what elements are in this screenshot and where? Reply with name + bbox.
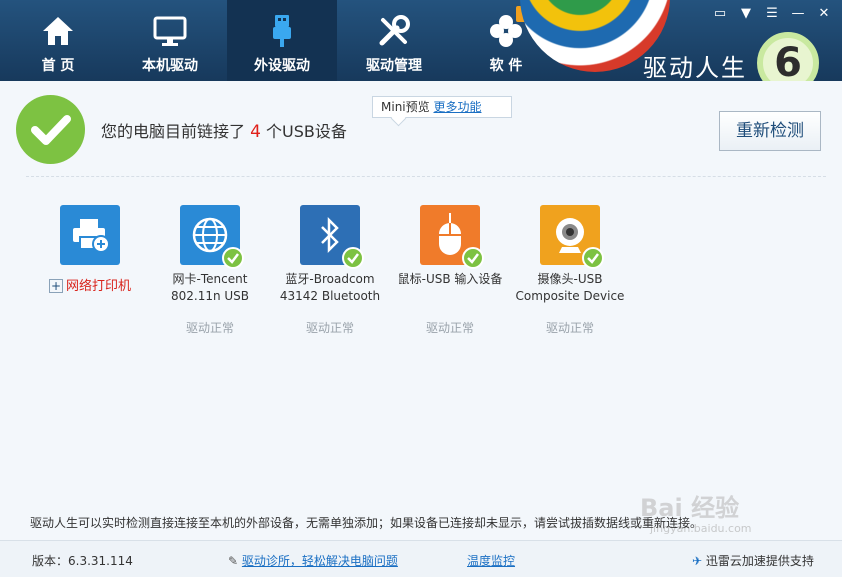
detection-note: 驱动人生可以实时检测直接连接至本机的外部设备，无需单独添加；如果设备已连接却未显… [30, 516, 703, 530]
wrench-icon: ✎ [228, 554, 239, 568]
mini-preview-label: Mini预览 [381, 100, 430, 114]
usb-icon [227, 14, 337, 48]
section-divider [26, 176, 826, 177]
device-name-line2: Composite Device [515, 289, 625, 303]
top-nav-bar: 首 页 本机驱动 外设驱动 驱动管理 软 件 2 驱动人生 6 ▭ ▼ ☰ — … [0, 0, 842, 81]
nav-local-driver-label: 本机驱动 [142, 58, 198, 74]
status-prefix: 您的电脑目前链接了 [101, 122, 246, 141]
menu-icon[interactable]: ☰ [764, 6, 780, 22]
driver-ok-icon [342, 247, 364, 269]
device-status: 驱动正常 [425, 321, 474, 335]
minimize-icon[interactable]: — [790, 6, 806, 22]
add-printer-label[interactable]: + 网络打印机 [30, 275, 150, 294]
device-name-line2: 43142 Bluetooth [279, 289, 381, 303]
printer-label: 网络打印机 [65, 279, 131, 294]
nav-peripheral-driver-label: 外设驱动 [254, 58, 310, 74]
nav-home-label: 首 页 [41, 58, 75, 74]
home-icon [3, 14, 113, 48]
device-name: 蓝牙-Broadcom 43142 Bluetooth [270, 271, 390, 305]
brand-logo-digit: 6 [774, 40, 802, 81]
driver-clinic-link[interactable]: 驱动诊所，轻松解决电脑问题 [242, 554, 398, 568]
more-features-link[interactable]: 更多功能 [433, 100, 481, 114]
window-controls: ▭ ▼ ☰ — ✕ [712, 6, 832, 22]
device-status: 驱动正常 [185, 321, 234, 335]
status-suffix: 个USB设备 [266, 122, 347, 141]
thunder-accel-text: 迅雷云加速提供支持 [705, 554, 814, 568]
mini-preview-tooltip: Mini预览 更多功能 [372, 96, 512, 118]
nav-local-driver[interactable]: 本机驱动 [115, 0, 225, 81]
thunder-bird-icon: ✈ [692, 554, 703, 568]
device-network-card[interactable]: 网卡-Tencent 802.11n USB 驱动正常 [150, 205, 270, 336]
device-name: 鼠标-USB 输入设备 [390, 271, 510, 288]
plus-icon: + [48, 279, 63, 293]
device-name: 网卡-Tencent 802.11n USB [150, 271, 270, 305]
bluetooth-icon [300, 205, 364, 269]
nav-driver-manage[interactable]: 驱动管理 [339, 0, 449, 81]
device-mouse[interactable]: 鼠标-USB 输入设备 驱动正常 [390, 205, 510, 336]
feedback-icon[interactable]: ▭ [712, 6, 728, 22]
status-check-icon [16, 95, 85, 164]
add-network-printer[interactable]: + 网络打印机 [30, 205, 150, 294]
close-icon[interactable]: ✕ [816, 6, 832, 22]
driver-ok-icon [582, 247, 604, 269]
mouse-icon [420, 205, 484, 269]
device-name-line2: 802.11n USB [170, 289, 250, 303]
driver-ok-icon [222, 247, 244, 269]
webcam-icon [540, 205, 604, 269]
printer-icon [60, 205, 120, 265]
status-count: 4 [250, 122, 261, 142]
version-text: 版本：6.3.31.114 [32, 554, 133, 568]
thunder-accel: ✈ 迅雷云加速提供支持 [692, 552, 814, 569]
device-status: 驱动正常 [305, 321, 354, 335]
device-bluetooth[interactable]: 蓝牙-Broadcom 43142 Bluetooth 驱动正常 [270, 205, 390, 336]
redetect-button[interactable]: 重新检测 [719, 111, 821, 151]
device-name-line1: 鼠标-USB 输入设备 [397, 272, 503, 286]
brand-name: 驱动人生 [643, 54, 747, 81]
globe-icon [180, 205, 244, 269]
usb-status-text: 您的电脑目前链接了 4 个USB设备 [101, 118, 347, 142]
device-name-line1: 蓝牙-Broadcom [285, 272, 375, 286]
driver-clinic[interactable]: ✎ 驱动诊所，轻松解决电脑问题 [228, 552, 398, 569]
device-webcam[interactable]: 摄像头-USB Composite Device 驱动正常 [510, 205, 630, 336]
temperature-monitor-link[interactable]: 温度监控 [467, 552, 515, 569]
skin-icon[interactable]: ▼ [738, 6, 754, 22]
nav-peripheral-driver[interactable]: 外设驱动 [227, 0, 337, 81]
driver-ok-icon [462, 247, 484, 269]
nav-driver-manage-label: 驱动管理 [366, 58, 422, 74]
nav-software-label: 软 件 [489, 58, 523, 74]
device-name: 摄像头-USB Composite Device [510, 271, 630, 305]
monitor-icon [115, 14, 225, 48]
device-name-line1: 网卡-Tencent [172, 272, 248, 286]
device-name-line1: 摄像头-USB [537, 272, 603, 286]
status-bar: 版本：6.3.31.114 ✎ 驱动诊所，轻松解决电脑问题 温度监控 ✈ 迅雷云… [0, 540, 842, 577]
tools-icon [339, 14, 449, 48]
brand-logo: 6 [757, 32, 819, 81]
device-status: 驱动正常 [545, 321, 594, 335]
nav-home[interactable]: 首 页 [3, 0, 113, 81]
